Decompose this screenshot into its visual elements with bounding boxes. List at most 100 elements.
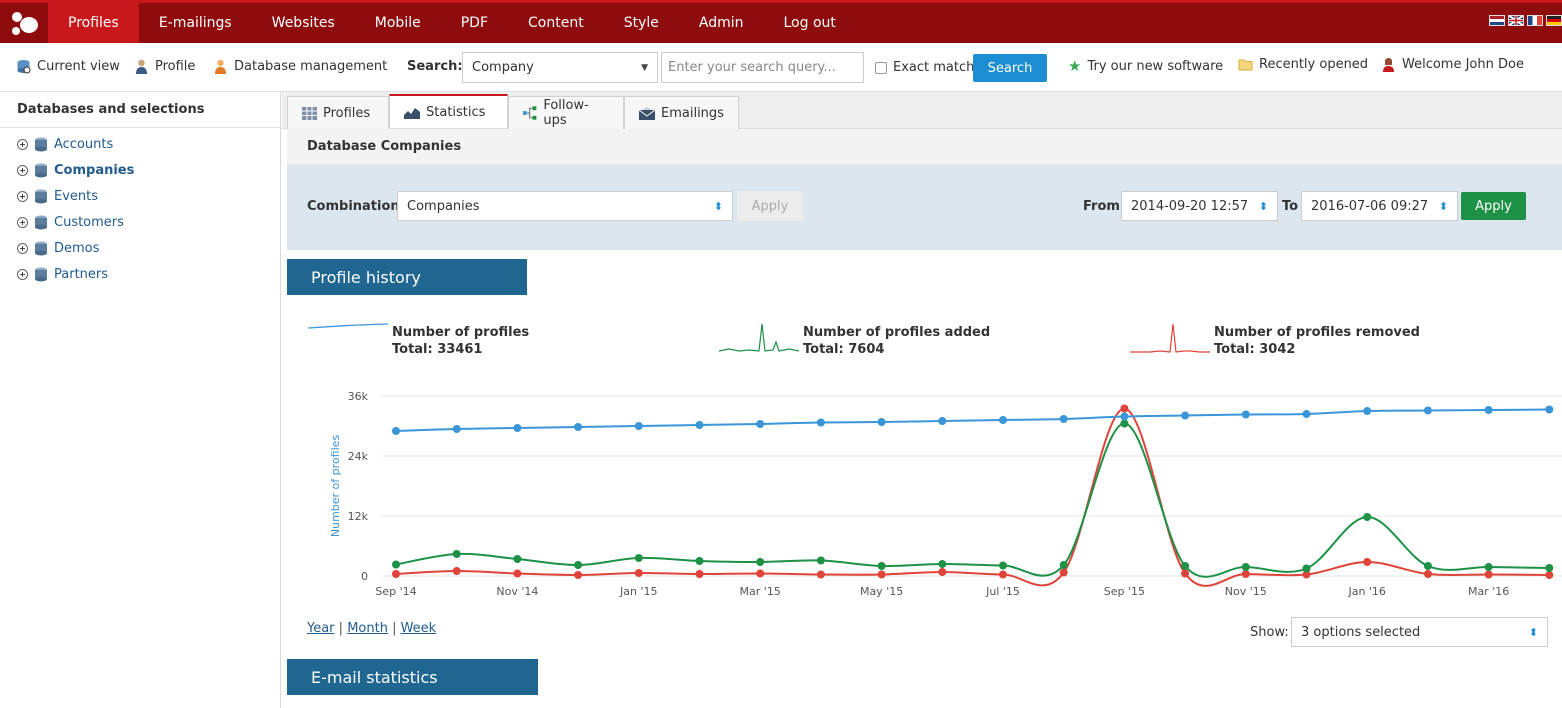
flag-de-icon[interactable] xyxy=(1546,15,1562,26)
welcome-label: Welcome John Doe xyxy=(1402,57,1524,72)
sidebar-item-label: Companies xyxy=(54,162,135,178)
data-point-number-of-profiles xyxy=(816,418,825,427)
granularity-year-link[interactable]: Year xyxy=(307,621,335,636)
try-new-software-label: Try our new software xyxy=(1087,58,1224,74)
welcome-user[interactable]: Welcome John Doe xyxy=(1381,57,1524,72)
expand-icon[interactable] xyxy=(17,164,28,176)
flag-nl-icon[interactable] xyxy=(1489,15,1505,26)
flag-uk-icon[interactable] xyxy=(1508,15,1524,26)
expand-icon[interactable] xyxy=(17,268,28,280)
nav-log-out[interactable]: Log out xyxy=(763,3,855,43)
data-point-number-of-profiles xyxy=(1545,405,1554,414)
nav-e-mailings[interactable]: E-mailings xyxy=(139,3,252,43)
data-point-number-of-profiles-removed xyxy=(1484,570,1493,579)
data-point-number-of-profiles-removed xyxy=(634,569,643,577)
sidebar-item-label: Customers xyxy=(54,214,124,230)
data-point-number-of-profiles xyxy=(938,417,947,425)
y-tick-label: 24k xyxy=(348,450,369,463)
sidebar-item-accounts[interactable]: Accounts xyxy=(0,131,280,157)
database-management-link[interactable]: Database management xyxy=(213,59,387,74)
sidebar-item-label: Partners xyxy=(54,266,109,282)
data-point-number-of-profiles xyxy=(1241,410,1250,419)
sidebar-item-customers[interactable]: Customers xyxy=(0,209,280,235)
database-management-label: Database management xyxy=(234,59,388,74)
current-view-label: Current view xyxy=(37,59,120,74)
data-point-number-of-profiles-added xyxy=(1363,513,1372,521)
recently-opened-label: Recently opened xyxy=(1259,57,1369,72)
data-point-number-of-profiles-removed xyxy=(999,570,1007,579)
data-point-number-of-profiles-added xyxy=(452,550,461,558)
search-label: Search: xyxy=(407,59,463,74)
x-tick-label: Nov '15 xyxy=(1225,585,1267,598)
nav-content[interactable]: Content xyxy=(508,3,604,43)
expand-icon[interactable] xyxy=(17,242,28,254)
sidebar-item-label: Demos xyxy=(54,240,100,256)
profile-link[interactable]: Profile xyxy=(134,59,195,74)
database-view-icon xyxy=(17,60,31,74)
data-point-number-of-profiles-added xyxy=(1423,562,1432,570)
x-tick-label: Jan '15 xyxy=(619,585,657,598)
y-axis-label: Number of profiles xyxy=(329,435,342,538)
exact-match-label: Exact match xyxy=(893,60,975,75)
exact-match-toggle[interactable]: Exact match xyxy=(875,60,974,75)
data-point-number-of-profiles-removed xyxy=(1120,404,1129,413)
data-point-number-of-profiles-added xyxy=(756,558,765,566)
database-icon xyxy=(35,241,47,255)
data-point-number-of-profiles xyxy=(1059,415,1068,423)
sidebar-item-events[interactable]: Events xyxy=(0,183,280,209)
data-point-number-of-profiles xyxy=(1302,410,1311,418)
data-point-number-of-profiles-removed xyxy=(816,570,825,579)
granularity-week-link[interactable]: Week xyxy=(401,621,437,636)
nav-style[interactable]: Style xyxy=(604,3,679,43)
x-tick-label: Jan '16 xyxy=(1347,585,1385,598)
data-point-number-of-profiles-added xyxy=(1181,562,1190,570)
data-point-number-of-profiles-removed xyxy=(877,570,886,579)
x-tick-label: Nov '14 xyxy=(496,585,538,598)
expand-icon[interactable] xyxy=(17,216,28,228)
search-placeholder: Enter your search query... xyxy=(668,60,836,75)
series-line-number-of-profiles-removed xyxy=(395,407,1550,587)
nav-pdf[interactable]: PDF xyxy=(441,3,508,43)
data-point-number-of-profiles xyxy=(634,422,643,430)
data-point-number-of-profiles-removed xyxy=(1059,568,1068,577)
search-scope-select[interactable]: Company ▼ xyxy=(462,52,658,83)
nav-mobile[interactable]: Mobile xyxy=(355,3,441,43)
granularity-month-link[interactable]: Month xyxy=(347,621,388,636)
data-point-number-of-profiles-added xyxy=(1302,564,1311,573)
show-series-select[interactable]: 3 options selected ⬍ xyxy=(1291,617,1548,647)
data-point-number-of-profiles xyxy=(513,424,522,432)
data-point-number-of-profiles-removed xyxy=(1181,569,1190,578)
recently-opened-link[interactable]: Recently opened xyxy=(1238,57,1368,72)
folder-icon xyxy=(1238,59,1253,71)
data-point-number-of-profiles xyxy=(1181,411,1190,420)
app-logo[interactable] xyxy=(0,3,48,43)
sidebar-title: Databases and selections xyxy=(0,92,280,128)
nav-websites[interactable]: Websites xyxy=(252,3,355,43)
toolbar: Current view Profile Database management… xyxy=(0,43,1562,92)
flag-fr-icon[interactable] xyxy=(1527,15,1543,26)
expand-icon[interactable] xyxy=(17,138,28,150)
expand-icon[interactable] xyxy=(17,190,28,202)
sidebar-item-partners[interactable]: Partners xyxy=(0,261,280,287)
data-point-number-of-profiles xyxy=(1363,407,1372,415)
data-point-number-of-profiles-removed xyxy=(1241,570,1250,578)
sidebar-item-companies[interactable]: Companies xyxy=(0,157,280,183)
database-icon xyxy=(35,163,47,177)
data-point-number-of-profiles-added xyxy=(1059,561,1068,569)
language-flags xyxy=(1489,15,1562,26)
data-point-number-of-profiles-added xyxy=(574,561,583,569)
exact-match-checkbox[interactable] xyxy=(875,61,887,74)
search-input[interactable]: Enter your search query... xyxy=(661,52,864,83)
data-point-number-of-profiles-removed xyxy=(1545,571,1554,579)
current-view-link[interactable]: Current view xyxy=(16,59,120,74)
granularity-switch: Year | Month | Week xyxy=(307,621,437,636)
try-new-software-link[interactable]: ★ Try our new software xyxy=(1068,57,1223,75)
nav-profiles[interactable]: Profiles xyxy=(48,3,139,43)
database-icon xyxy=(35,137,47,151)
nav-admin[interactable]: Admin xyxy=(679,3,764,43)
search-button[interactable]: Search xyxy=(973,54,1047,82)
data-point-number-of-profiles-added xyxy=(816,556,825,565)
sidebar-item-label: Events xyxy=(54,188,99,204)
sidebar-item-demos[interactable]: Demos xyxy=(0,235,280,261)
series-line-number-of-profiles-added xyxy=(395,422,1550,578)
